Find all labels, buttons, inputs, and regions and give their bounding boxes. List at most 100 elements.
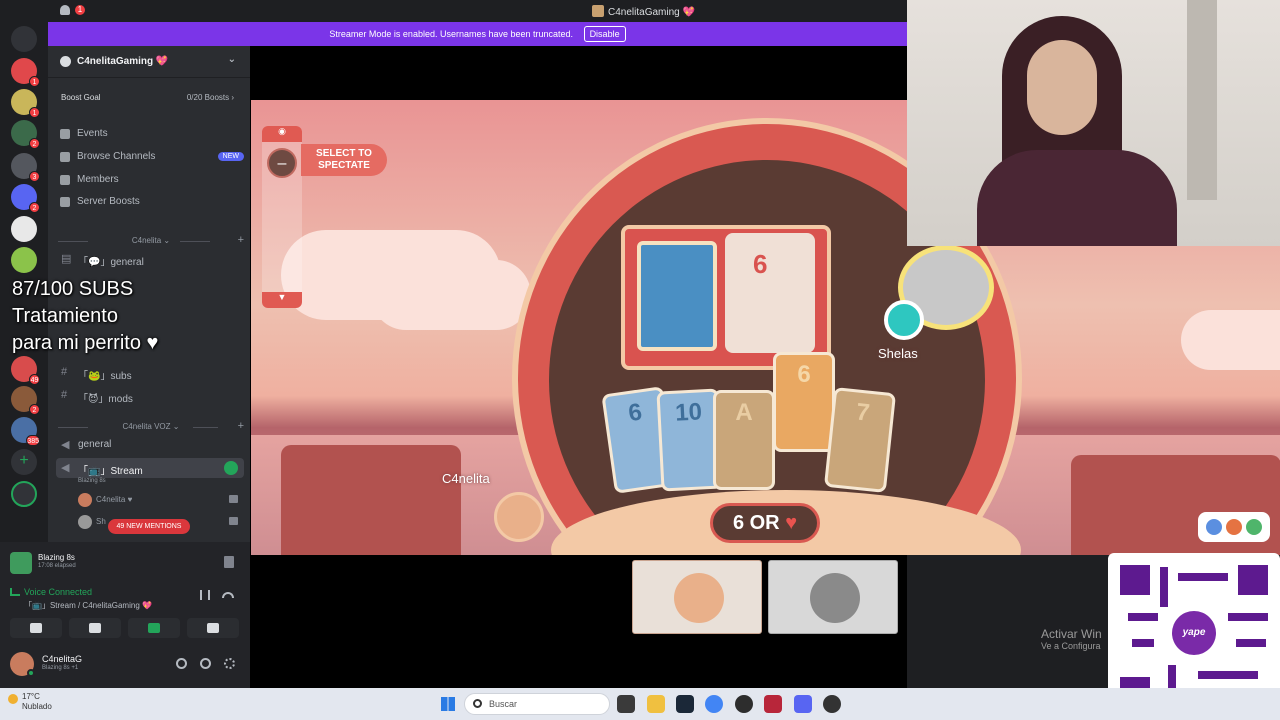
guild-icon [60, 56, 71, 67]
hand-card[interactable]: 6 [773, 352, 835, 452]
channel-subs[interactable]: # 「🐸」subs [56, 363, 244, 383]
app-icon[interactable] [735, 695, 753, 713]
camera-off-icon [30, 623, 42, 633]
server-icon[interactable]: 1 [11, 89, 40, 118]
spectate-label[interactable]: SELECT TO SPECTATE [301, 144, 387, 176]
voice-connection: Voice Connected 「📺」Stream / C4nelitaGami… [10, 586, 240, 616]
guild-header[interactable]: C4nelitaGaming 💖 ⌄ [48, 46, 250, 78]
file-explorer-icon[interactable] [647, 695, 665, 713]
windows-activation: Activar Win Ve a Configura [1041, 627, 1102, 651]
participant-tile-self[interactable] [632, 560, 762, 634]
server-icon[interactable]: 49 [11, 356, 40, 385]
avatar [810, 573, 860, 623]
voice-member[interactable]: C4nelita ♥ [78, 491, 244, 509]
hash-icon: # [61, 389, 68, 401]
screen-share-button[interactable] [69, 618, 121, 638]
steam-icon[interactable] [676, 695, 694, 713]
server-icon[interactable]: 2 [11, 120, 40, 149]
chevron-down-icon[interactable]: ⌄ [228, 54, 236, 65]
weather-widget[interactable]: 17°C Nublado [8, 692, 52, 712]
discard-pile: 6 [621, 225, 831, 370]
nav-server-boosts[interactable]: Server Boosts [58, 192, 244, 212]
yape-logo: yape [1172, 611, 1216, 655]
microphone-icon[interactable] [176, 658, 187, 669]
server-icon[interactable]: 2 [11, 184, 40, 213]
add-channel-icon[interactable]: + [238, 234, 244, 246]
server-icon[interactable]: 385 [11, 417, 40, 446]
task-view-icon[interactable] [617, 695, 635, 713]
game-menu-button[interactable] [1198, 512, 1270, 542]
participant-tile-opponent[interactable] [768, 560, 898, 634]
taskbar-search[interactable]: Buscar [464, 693, 610, 715]
add-channel-icon[interactable]: + [238, 420, 244, 432]
weather-icon [8, 694, 18, 704]
nav-browse-channels[interactable]: Browse Channels NEW [58, 147, 244, 167]
windows-start-icon[interactable] [441, 697, 455, 711]
discord-taskbar-icon[interactable] [794, 695, 812, 713]
server-icon[interactable]: 2 [11, 386, 40, 415]
signal-icon[interactable] [10, 588, 20, 596]
soundboard-button[interactable] [187, 618, 239, 638]
channel-general[interactable]: ▤ 「💬」general [56, 249, 244, 269]
text-channel-icon: ▤ [61, 253, 72, 265]
server-icon[interactable]: 3 [11, 153, 40, 182]
boost-goal[interactable]: Boost Goal 0/20 Boosts › [48, 86, 250, 110]
current-user: C4nelitaG Blazing 8s +1 [10, 650, 240, 678]
draw-deck[interactable] [637, 241, 717, 351]
category-voice[interactable]: C4nelita VOZ ⌄ + [58, 420, 244, 432]
activity-row[interactable]: Blazing 8s 17:08 elapsed [10, 550, 240, 576]
server-icon[interactable]: 1 [11, 58, 40, 87]
camera-icon [229, 517, 238, 525]
avatar [78, 515, 92, 529]
chrome-icon[interactable] [705, 695, 723, 713]
eye-icon: ◉ [262, 126, 302, 142]
inbox-bell-icon[interactable] [60, 5, 70, 15]
top-card [725, 233, 815, 353]
server-icon[interactable] [11, 247, 37, 273]
obs-icon[interactable] [823, 695, 841, 713]
player-name-self: C4nelita [442, 471, 490, 486]
gamepad-icon [148, 623, 160, 633]
hand-card[interactable]: A [713, 390, 775, 490]
phone-icon[interactable] [224, 556, 234, 568]
activity-icon [224, 461, 238, 475]
voice-channel-general[interactable]: ◀ general [56, 435, 244, 455]
discover-icon[interactable] [11, 481, 37, 507]
disconnect-icon[interactable] [222, 592, 234, 598]
gear-icon[interactable] [224, 658, 235, 669]
window-title: C4nelitaGaming 💖 [592, 5, 695, 18]
headphones-icon[interactable] [200, 658, 211, 669]
category-text[interactable]: C4nelita ⌄ + [58, 234, 244, 246]
camera-button[interactable] [10, 618, 62, 638]
turn-timer-icon [884, 300, 924, 340]
top-card-number: 6 [753, 249, 768, 279]
title-bar: 1 C4nelitaGaming 💖 [0, 0, 907, 22]
streamer-mode-bar: Streamer Mode is enabled. Usernames have… [48, 22, 907, 46]
online-status-icon [27, 669, 35, 677]
hand-card[interactable]: 7 [823, 387, 897, 493]
discord-home-icon[interactable] [11, 26, 37, 52]
server-icon[interactable] [11, 216, 37, 242]
activity-button[interactable] [128, 618, 180, 638]
new-mentions-button[interactable]: 49 NEW MENTIONS [108, 519, 190, 534]
nav-events[interactable]: Events [58, 124, 244, 144]
voice-channel-stream[interactable]: ◀ 「📺」Stream [56, 458, 244, 478]
heart-icon: ♥ [785, 512, 798, 534]
channel-mods[interactable]: # 「😈」mods [56, 386, 244, 406]
stream-activity: Blazing 8s [78, 478, 106, 484]
noise-suppression-icon[interactable] [200, 590, 210, 600]
boost-icon [60, 197, 70, 207]
avatar-self [494, 492, 544, 542]
webcam-feed [907, 0, 1280, 246]
chevron-down-icon[interactable]: ▼ [262, 292, 302, 308]
app-icon[interactable] [764, 695, 782, 713]
disable-streamer-button[interactable]: Disable [583, 26, 626, 42]
spectate-toggle-button[interactable]: – [267, 148, 297, 178]
new-badge: NEW [217, 152, 244, 161]
hash-icon: # [61, 366, 68, 378]
nav-members[interactable]: Members [58, 170, 244, 190]
game-icon [10, 552, 32, 574]
spectate-panel: ◉ – ▼ [262, 126, 302, 308]
add-server-icon[interactable]: + [11, 449, 37, 475]
guild-name: C4nelitaGaming 💖 [77, 56, 169, 67]
